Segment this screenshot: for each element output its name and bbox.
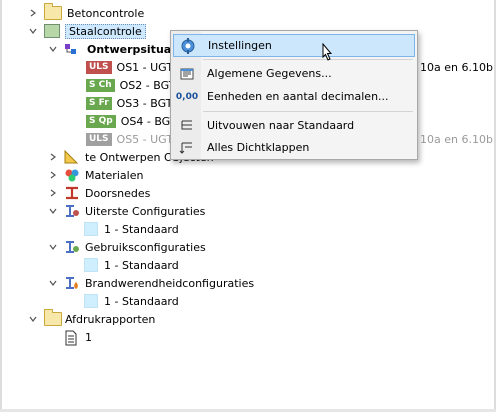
situation-code: OS1 - UGT [116,60,174,74]
tree-item-gebruiksconfiguraties[interactable]: Gebruiksconfiguraties [48,238,206,256]
folder-icon [44,309,62,326]
general-data-icon [175,65,199,83]
menu-item-label: Uitvouwen naar Standaard [207,119,355,132]
chevron-down-icon[interactable] [48,278,58,288]
tree-item-label: 1 - Standaard [104,294,179,308]
configuration-square-icon [84,294,98,308]
configuration-square-icon [84,222,98,236]
tree-item-label: Doorsnedes [85,186,151,200]
menu-item-label: Algemene Gegevens... [207,67,332,80]
units-icon: 0,00 [175,91,199,102]
sfr-badge: S Fr [86,96,112,110]
tree-item-label: Afdrukrapporten [65,312,156,326]
document-icon [64,330,80,346]
situation-code: OS5 - UGT [116,132,174,146]
steel-check-icon [44,24,60,38]
tree-item-standaard[interactable]: 1 - Standaard [84,292,179,310]
chevron-right-icon[interactable] [28,8,38,18]
chevron-down-icon[interactable] [28,314,38,324]
situation-row[interactable]: S Ch OS2 - BGT [86,76,175,94]
chevron-right-icon[interactable] [48,170,58,180]
tree-item-label: Materialen [85,168,144,182]
folder-icon [44,3,62,20]
menu-item-alles-dichtklappen[interactable]: Alles Dichtklappen [173,137,413,158]
tree-item-label: 1 [85,330,92,344]
settings-icon [176,37,200,55]
tree-item-brandwerendheidconfiguraties[interactable]: Brandwerendheidconfiguraties [48,274,254,292]
expand-icon [175,117,199,135]
design-objects-icon [64,149,80,164]
menu-item-uitvouwen[interactable]: Uitvouwen naar Standaard [173,115,413,136]
tree-item-label: Brandwerendheidconfiguraties [85,276,255,290]
situation-row[interactable]: S Fr OS3 - BGT [86,94,172,112]
tree-item-label: Staalcontrole [65,23,146,39]
tree-item-ontwerpsituaties[interactable]: Ontwerpsituatie [48,40,190,58]
situation-code: OS4 - BGT [120,114,177,128]
menu-item-label: Instellingen [208,39,272,52]
mouse-cursor-icon [318,42,336,68]
tree-item-materialen[interactable]: Materialen [48,166,143,184]
configuration-square-icon [84,258,98,272]
collapse-icon [175,139,199,157]
situation-code: OS2 - BGT [119,78,176,92]
materials-icon [64,168,80,182]
fire-configuration-icon [64,276,80,290]
tree-item-standaard[interactable]: 1 - Standaard [84,220,179,238]
situation-description: 10a en 6.10b [420,61,493,74]
tree-item-report[interactable]: 1 [64,328,92,346]
uls-badge: ULS [86,60,112,74]
situation-row[interactable]: ULS OS1 - UGT [86,58,173,76]
sqp-badge: S Qp [86,114,116,128]
tree-item-betoncontrole[interactable]: Betoncontrole [28,3,146,22]
configuration-icon [64,240,80,254]
menu-item-label: Alles Dichtklappen [207,141,310,154]
menu-item-algemene-gegevens[interactable]: Algemene Gegevens... [173,63,413,84]
tree-item-label: Gebruiksconfiguraties [85,240,206,254]
tree-item-uiterste-configuraties[interactable]: Uiterste Configuraties [48,202,205,220]
tree-item-standaard[interactable]: 1 - Standaard [84,256,179,274]
situation-description: 10a en 6.10b [420,133,493,146]
tree-item-afdrukrapporten[interactable]: Afdrukrapporten [28,309,156,328]
situation-code: OS3 - BGT [116,96,173,110]
menu-item-eenheden[interactable]: 0,00 Eenheden en aantal decimalen... [173,86,413,107]
chevron-down-icon[interactable] [48,206,58,216]
cross-sections-icon [64,186,80,200]
menu-item-label: Eenheden en aantal decimalen... [207,90,389,103]
chevron-right-icon[interactable] [48,152,58,162]
tree-item-label: 1 - Standaard [104,258,179,272]
chevron-down-icon[interactable] [48,242,58,252]
tree-item-doorsnedes[interactable]: Doorsnedes [48,184,150,202]
situation-row[interactable]: ULS OS5 - UGT [86,130,173,148]
chevron-down-icon[interactable] [48,44,58,54]
configuration-icon [64,204,80,218]
tree-item-label: 1 - Standaard [104,222,179,236]
situation-row[interactable]: S Qp OS4 - BGT [86,112,177,130]
tree-item-label: Uiterste Configuraties [85,204,206,218]
sch-badge: S Ch [86,78,115,92]
chevron-down-icon[interactable] [28,26,38,36]
menu-separator [203,111,413,112]
window-frame-left [0,0,2,412]
menu-item-instellingen[interactable]: Instellingen [173,34,415,57]
chevron-right-icon[interactable] [48,188,58,198]
tree-item-label: Betoncontrole [67,6,145,20]
tree-item-staalcontrole[interactable]: Staalcontrole [28,22,146,40]
menu-separator [203,59,413,60]
uls-badge: ULS [86,132,112,146]
context-menu: Instellingen Algemene Gegevens... 0,00 E… [170,30,418,160]
design-situation-icon [64,42,80,56]
